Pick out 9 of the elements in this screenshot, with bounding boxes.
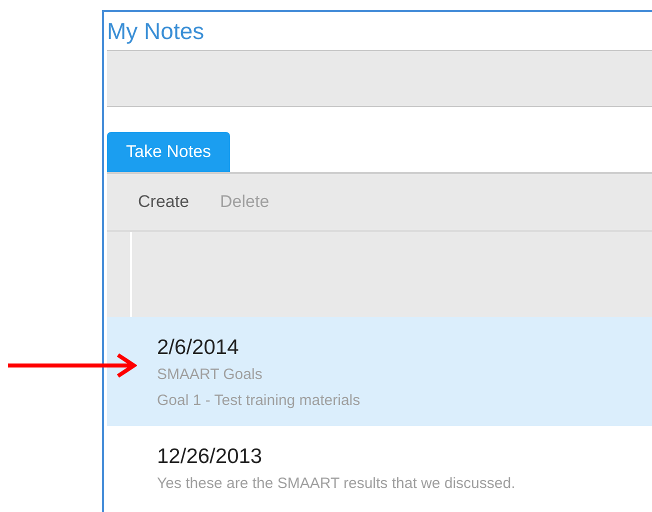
note-date: 12/26/2013 [157, 444, 264, 470]
note-date: 2/6/2014 [157, 335, 240, 361]
arrow-icon [8, 353, 137, 378]
panel-title: My Notes [107, 20, 204, 42]
note-text: Goal 1 - Test training materials [157, 391, 362, 411]
toolbar-button[interactable]: Create [138, 189, 190, 215]
note-text: SMAART Goals [157, 365, 264, 385]
note-item[interactable]: 2/6/2014 SMAART Goals Goal 1 - Test training materials [107, 317, 652, 426]
note-text: Yes these are the SMAART results that we discussed. [157, 474, 516, 494]
